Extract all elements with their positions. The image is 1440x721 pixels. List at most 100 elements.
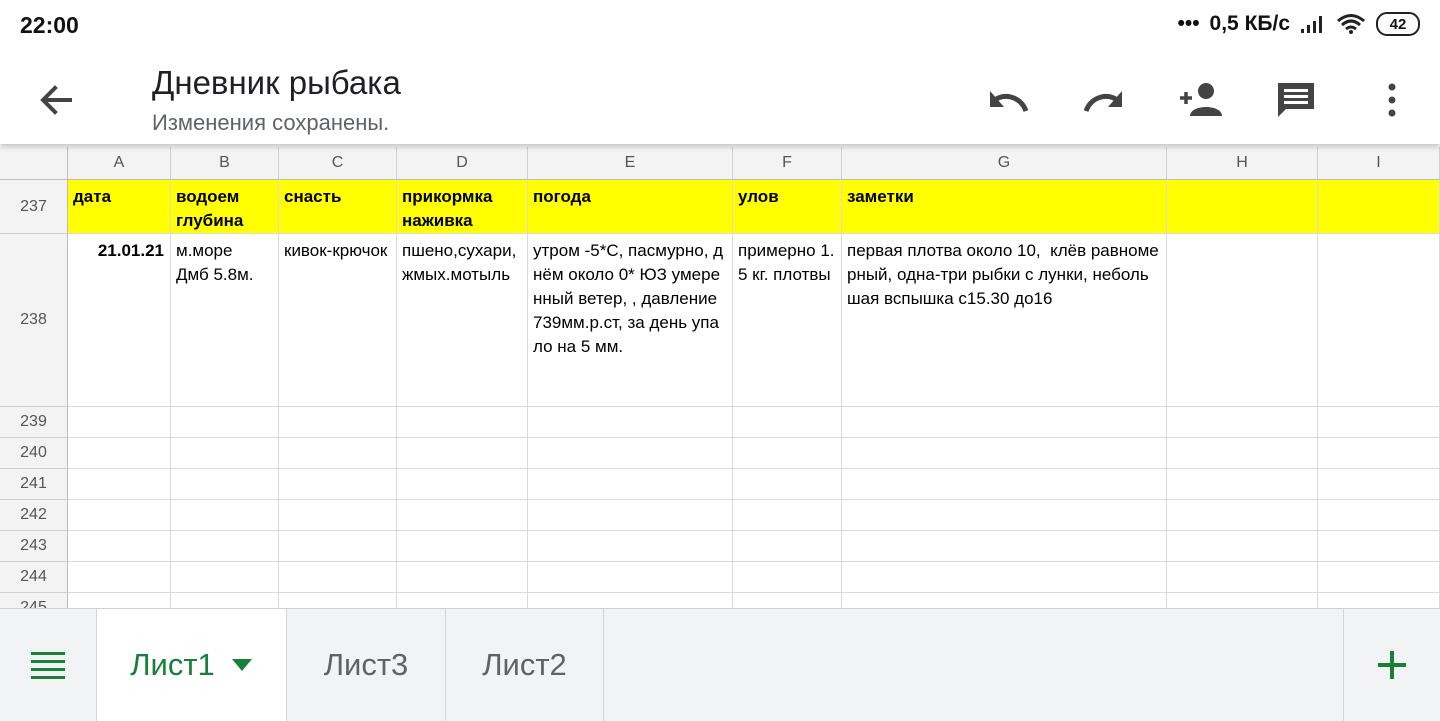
row-header[interactable]: 241 — [0, 469, 68, 500]
cell-e241[interactable] — [528, 469, 733, 500]
cell-g237[interactable]: заметки — [842, 180, 1167, 234]
cell-f245[interactable] — [733, 593, 842, 608]
cell-d238[interactable]: пшено,сухари,жмых.мотыль — [397, 234, 528, 407]
cell-c237[interactable]: снасть — [279, 180, 397, 234]
row-header[interactable]: 240 — [0, 438, 68, 469]
cell-h243[interactable] — [1167, 531, 1318, 562]
cell-f237[interactable]: улов — [733, 180, 842, 234]
cell-i237[interactable] — [1318, 180, 1440, 234]
cell-e238[interactable]: утром -5*С, пасмурно, днём около 0* ЮЗ у… — [528, 234, 733, 407]
column-header-h[interactable]: H — [1167, 147, 1318, 180]
cell-e240[interactable] — [528, 438, 733, 469]
row-header[interactable]: 237 — [0, 180, 68, 234]
cell-a240[interactable] — [68, 438, 171, 469]
cell-c242[interactable] — [279, 500, 397, 531]
cell-g238[interactable]: первая плотва около 10, клёв равномерный… — [842, 234, 1167, 407]
spreadsheet-grid[interactable]: A B C D E F G H I 237 дата водоем глубина снасть прик… — [0, 147, 1440, 608]
row-header[interactable]: 243 — [0, 531, 68, 562]
cell-h237[interactable] — [1167, 180, 1318, 234]
cell-g245[interactable] — [842, 593, 1167, 608]
cell-g242[interactable] — [842, 500, 1167, 531]
cell-h244[interactable] — [1167, 562, 1318, 593]
cell-a244[interactable] — [68, 562, 171, 593]
cell-i245[interactable] — [1318, 593, 1440, 608]
cell-d243[interactable] — [397, 531, 528, 562]
cell-b243[interactable] — [171, 531, 279, 562]
cell-a239[interactable] — [68, 407, 171, 438]
row-header[interactable]: 238 — [0, 234, 68, 407]
cell-g239[interactable] — [842, 407, 1167, 438]
column-header-g[interactable]: G — [842, 147, 1167, 180]
comment-icon[interactable] — [1272, 76, 1320, 124]
cell-f243[interactable] — [733, 531, 842, 562]
cell-d242[interactable] — [397, 500, 528, 531]
cell-i244[interactable] — [1318, 562, 1440, 593]
cell-f238[interactable]: примерно 1.5 кг. плотвы — [733, 234, 842, 407]
cell-h240[interactable] — [1167, 438, 1318, 469]
cell-f244[interactable] — [733, 562, 842, 593]
cell-c243[interactable] — [279, 531, 397, 562]
cell-b241[interactable] — [171, 469, 279, 500]
row-header[interactable]: 245 — [0, 593, 68, 608]
column-header-i[interactable]: I — [1318, 147, 1440, 180]
cell-b242[interactable] — [171, 500, 279, 531]
cell-c238[interactable]: кивок-крючок — [279, 234, 397, 407]
cell-d240[interactable] — [397, 438, 528, 469]
cell-b239[interactable] — [171, 407, 279, 438]
cell-c241[interactable] — [279, 469, 397, 500]
column-header-c[interactable]: C — [279, 147, 397, 180]
cell-f241[interactable] — [733, 469, 842, 500]
cell-b240[interactable] — [171, 438, 279, 469]
cell-e243[interactable] — [528, 531, 733, 562]
cell-i242[interactable] — [1318, 500, 1440, 531]
column-header-e[interactable]: E — [528, 147, 733, 180]
row-header[interactable]: 239 — [0, 407, 68, 438]
cell-e239[interactable] — [528, 407, 733, 438]
cell-i243[interactable] — [1318, 531, 1440, 562]
row-header[interactable]: 244 — [0, 562, 68, 593]
cell-e244[interactable] — [528, 562, 733, 593]
cell-d237[interactable]: прикормка наживка — [397, 180, 528, 234]
tab-sheet1[interactable]: Лист1 — [96, 609, 287, 721]
cell-i238[interactable] — [1318, 234, 1440, 407]
column-header-b[interactable]: B — [171, 147, 279, 180]
cell-e242[interactable] — [528, 500, 733, 531]
cell-a242[interactable] — [68, 500, 171, 531]
cell-b244[interactable] — [171, 562, 279, 593]
cell-b245[interactable] — [171, 593, 279, 608]
cell-g244[interactable] — [842, 562, 1167, 593]
cell-h241[interactable] — [1167, 469, 1318, 500]
add-sheet-button[interactable] — [1343, 609, 1440, 721]
cell-c244[interactable] — [279, 562, 397, 593]
cell-i240[interactable] — [1318, 438, 1440, 469]
cell-h242[interactable] — [1167, 500, 1318, 531]
column-header-a[interactable]: A — [68, 147, 171, 180]
cell-d239[interactable] — [397, 407, 528, 438]
redo-icon[interactable] — [1080, 76, 1128, 124]
cell-h245[interactable] — [1167, 593, 1318, 608]
cell-a245[interactable] — [68, 593, 171, 608]
cell-f240[interactable] — [733, 438, 842, 469]
add-person-icon[interactable] — [1176, 76, 1224, 124]
row-header[interactable]: 242 — [0, 500, 68, 531]
cell-c239[interactable] — [279, 407, 397, 438]
cell-d245[interactable] — [397, 593, 528, 608]
cell-e245[interactable] — [528, 593, 733, 608]
column-header-f[interactable]: F — [733, 147, 842, 180]
cell-f239[interactable] — [733, 407, 842, 438]
cell-a238[interactable]: 21.01.21 — [68, 234, 171, 407]
column-header-d[interactable]: D — [397, 147, 528, 180]
cell-a241[interactable] — [68, 469, 171, 500]
cell-e237[interactable]: погода — [528, 180, 733, 234]
cell-c245[interactable] — [279, 593, 397, 608]
cell-a237[interactable]: дата — [68, 180, 171, 234]
cell-f242[interactable] — [733, 500, 842, 531]
cell-d244[interactable] — [397, 562, 528, 593]
cell-d241[interactable] — [397, 469, 528, 500]
cell-g243[interactable] — [842, 531, 1167, 562]
document-title[interactable]: Дневник рыбака — [152, 64, 401, 102]
tab-sheet3[interactable]: Лист3 — [287, 609, 446, 721]
cell-h238[interactable] — [1167, 234, 1318, 407]
dropdown-arrow-icon[interactable] — [231, 658, 253, 672]
back-arrow-icon[interactable] — [34, 78, 78, 122]
